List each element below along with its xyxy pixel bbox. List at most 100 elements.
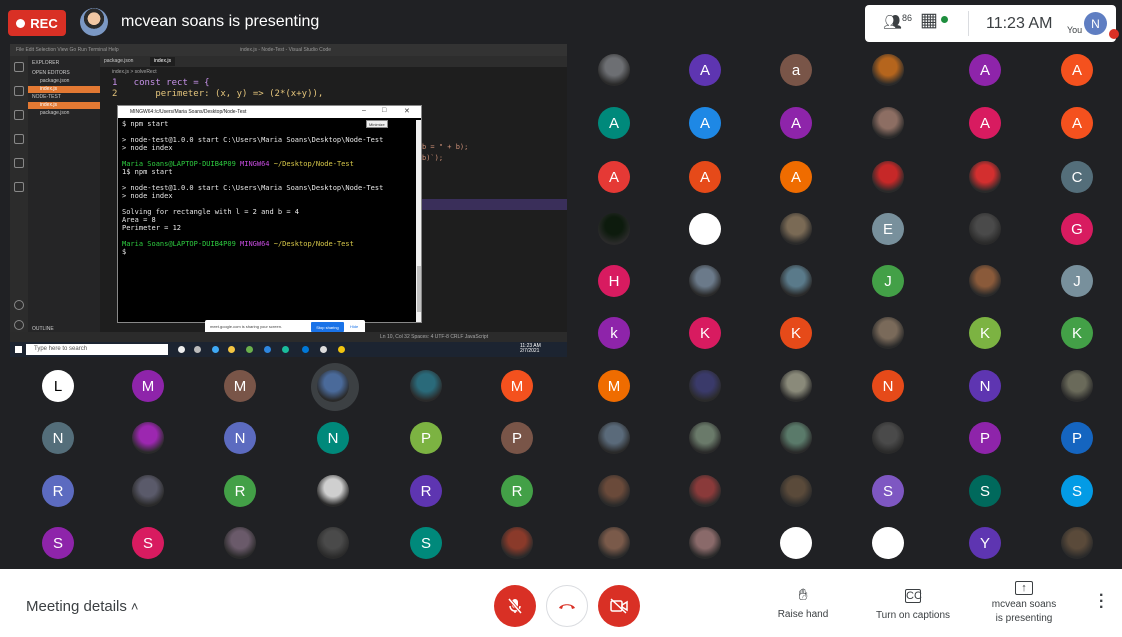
participant-avatar[interactable]: J <box>872 265 904 297</box>
terminal-window[interactable]: MINGW64:/c/Users/Maria Soans/Desktop/Nod… <box>117 105 422 323</box>
participant-photo-avatar[interactable] <box>872 317 904 349</box>
participant-avatar[interactable]: N <box>224 422 256 454</box>
participant-avatar[interactable]: S <box>1061 475 1093 507</box>
camera-toggle-button[interactable] <box>598 585 640 627</box>
recording-indicator[interactable]: REC <box>8 10 66 36</box>
participant-avatar[interactable]: A <box>1061 107 1093 139</box>
participant-photo-avatar[interactable] <box>872 161 904 193</box>
participant-avatar[interactable]: A <box>689 107 721 139</box>
participant-photo-avatar[interactable] <box>501 527 533 559</box>
participant-photo-avatar[interactable] <box>689 265 721 297</box>
participant-photo-avatar[interactable] <box>132 475 164 507</box>
participant-avatar[interactable]: K <box>1061 317 1093 349</box>
participant-avatar[interactable]: R <box>410 475 442 507</box>
widgets-icon[interactable] <box>194 346 201 353</box>
participant-photo-avatar[interactable] <box>872 422 904 454</box>
hide-button[interactable]: Hide <box>350 324 358 329</box>
participant-avatar[interactable]: S <box>969 475 1001 507</box>
edge-icon[interactable] <box>212 346 219 353</box>
mic-toggle-button[interactable] <box>494 585 536 627</box>
participant-photo-avatar[interactable] <box>689 213 721 245</box>
participant-avatar[interactable]: P <box>1061 422 1093 454</box>
participant-avatar[interactable]: N <box>42 422 74 454</box>
participant-photo-avatar[interactable] <box>780 213 812 245</box>
participant-photo-avatar[interactable] <box>689 527 721 559</box>
participant-avatar[interactable]: P <box>410 422 442 454</box>
participant-avatar[interactable]: M <box>501 370 533 402</box>
participant-photo-avatar[interactable] <box>689 370 721 402</box>
app-icon[interactable] <box>246 346 253 353</box>
participant-avatar[interactable]: M <box>598 370 630 402</box>
chat-button[interactable]: ▦ <box>920 9 938 32</box>
meeting-details-button[interactable]: Meeting details ˄ <box>26 598 139 615</box>
taskbar-search[interactable]: Type here to search <box>26 344 168 355</box>
participant-avatar[interactable]: A <box>689 54 721 86</box>
participant-avatar[interactable]: N <box>872 370 904 402</box>
raise-hand-button[interactable]: ✋︎ Raise hand <box>774 587 832 620</box>
captions-button[interactable]: CC Turn on captions <box>868 587 958 621</box>
participant-avatar[interactable]: K <box>689 317 721 349</box>
participant-avatar[interactable]: A <box>689 161 721 193</box>
more-options-icon[interactable]: · · · <box>1099 588 1104 616</box>
participant-photo-avatar[interactable] <box>969 213 1001 245</box>
participant-photo-avatar[interactable] <box>598 422 630 454</box>
participant-photo-avatar[interactable] <box>224 527 256 559</box>
minimize-icon[interactable]: – <box>362 107 366 114</box>
participant-photo-avatar[interactable] <box>872 54 904 86</box>
participant-avatar[interactable]: S <box>42 527 74 559</box>
windows-start-icon[interactable] <box>15 346 22 353</box>
participant-avatar[interactable]: J <box>1061 265 1093 297</box>
task-view-icon[interactable] <box>178 346 185 353</box>
participant-photo-avatar[interactable] <box>689 475 721 507</box>
participant-avatar[interactable]: N <box>317 422 349 454</box>
participant-avatar[interactable]: H <box>598 265 630 297</box>
chrome-icon[interactable] <box>338 346 345 353</box>
participant-avatar[interactable]: N <box>969 370 1001 402</box>
participant-photo-avatar[interactable] <box>410 370 442 402</box>
shared-screen[interactable]: File Edit Selection View Go Run Terminal… <box>10 44 567 357</box>
maximize-icon[interactable]: □ <box>382 107 386 114</box>
participant-avatar[interactable]: M <box>132 370 164 402</box>
app-icon[interactable] <box>282 346 289 353</box>
participant-photo-avatar[interactable] <box>689 422 721 454</box>
people-button[interactable]: 👥︎86 <box>883 13 912 31</box>
participant-photo-avatar[interactable] <box>969 265 1001 297</box>
participant-avatar[interactable]: A <box>1061 54 1093 86</box>
participant-photo-avatar[interactable] <box>1061 370 1093 402</box>
participant-photo-avatar[interactable] <box>132 422 164 454</box>
participant-avatar[interactable]: P <box>969 422 1001 454</box>
participant-avatar[interactable]: P <box>501 422 533 454</box>
participant-avatar[interactable]: A <box>969 107 1001 139</box>
vscode-icon[interactable] <box>302 346 309 353</box>
participant-photo-avatar[interactable] <box>598 213 630 245</box>
scrollbar-thumb[interactable] <box>417 266 421 312</box>
leave-call-button[interactable] <box>546 585 588 627</box>
participant-photo-avatar[interactable] <box>598 475 630 507</box>
participant-photo-avatar[interactable] <box>598 527 630 559</box>
participant-avatar[interactable]: S <box>872 475 904 507</box>
self-avatar[interactable]: N <box>1084 12 1107 35</box>
participant-avatar[interactable]: A <box>598 161 630 193</box>
participant-photo-avatar[interactable] <box>1061 527 1093 559</box>
presenting-button[interactable]: ↑ mcvean soans is presenting <box>982 581 1066 624</box>
participant-avatar[interactable]: A <box>780 161 812 193</box>
participant-photo-avatar[interactable] <box>780 265 812 297</box>
close-icon[interactable]: ✕ <box>404 107 410 115</box>
app-icon[interactable] <box>320 346 327 353</box>
participant-avatar[interactable]: C <box>1061 161 1093 193</box>
participant-avatar[interactable]: A <box>598 107 630 139</box>
stop-sharing-button[interactable]: Stop sharing <box>311 322 344 332</box>
participant-avatar[interactable]: G <box>1061 213 1093 245</box>
app-icon[interactable] <box>264 346 271 353</box>
participant-photo-avatar[interactable] <box>780 475 812 507</box>
participant-avatar[interactable]: a <box>780 54 812 86</box>
participant-photo-avatar[interactable]: L <box>42 370 74 402</box>
explorer-icon[interactable] <box>228 346 235 353</box>
participant-photo-avatar[interactable] <box>317 527 349 559</box>
participant-avatar[interactable]: E <box>872 213 904 245</box>
participant-avatar[interactable]: K <box>780 317 812 349</box>
participant-photo-avatar[interactable] <box>317 475 349 507</box>
participant-photo-avatar[interactable] <box>780 422 812 454</box>
participant-avatar[interactable]: A <box>780 107 812 139</box>
participant-avatar[interactable]: S <box>410 527 442 559</box>
